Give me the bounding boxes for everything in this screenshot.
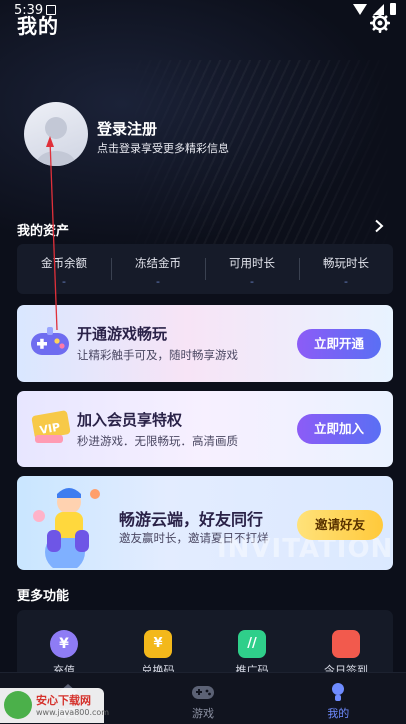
assets-card: 金币余额 - 冻结金币 - 可用时长 - 畅玩时长 - [17, 244, 393, 294]
stat-value: - [62, 275, 66, 288]
gamepad-icon [31, 327, 69, 355]
status-bar: 5:39 [0, 0, 406, 22]
promo-subtitle: 秒进游戏．无限畅玩．高清画质 [77, 434, 238, 448]
watermark-logo-name: 安心下载网 [36, 694, 91, 707]
page-title: 我的 [17, 14, 59, 38]
stat-label: 可用时长 [229, 256, 275, 270]
vip-ticket-icon: VIP [31, 410, 71, 443]
tab-mine[interactable]: 我的 [271, 673, 406, 724]
promo-invite-friends[interactable]: 畅游云端，好友同行 邀友赢时长，邀请夏日不打烊 INVITATION 邀请好友 [17, 476, 393, 570]
activate-now-button[interactable]: 立即开通 [297, 329, 381, 359]
stat-label: 畅玩时长 [323, 256, 369, 270]
site-watermark-logo: 安心下载网 www.java800.com [0, 688, 109, 723]
shield-logo-icon [4, 691, 32, 719]
stat-play-time[interactable]: 畅玩时长 - [299, 244, 393, 294]
stat-coin-balance[interactable]: 金币余额 - [17, 244, 111, 294]
wifi-icon [353, 3, 367, 15]
ticket-icon: ¥ [144, 630, 172, 658]
calendar-icon [332, 630, 360, 658]
settings-gear-icon[interactable] [370, 13, 390, 33]
invite-character-illustration [33, 488, 100, 568]
stat-label: 金币余额 [41, 256, 87, 270]
tab-label: 我的 [327, 707, 350, 720]
promo-subtitle: 让精彩触手可及，随时畅享游戏 [77, 348, 238, 362]
avatar[interactable] [24, 102, 88, 166]
user-icon [332, 683, 345, 701]
watermark-logo-url: www.java800.com [36, 708, 110, 717]
promo-vip[interactable]: VIP 加入会员享特权 秒进游戏．无限畅玩．高清画质 立即加入 [17, 391, 393, 467]
promo-title: 加入会员享特权 [77, 411, 183, 429]
scan-code-icon: // [238, 630, 266, 658]
gamepad-icon [191, 686, 214, 699]
tab-games[interactable]: 游戏 [135, 673, 270, 724]
stat-value: - [250, 275, 254, 288]
yuan-coin-icon: ¥ [50, 630, 78, 658]
chevron-right-icon[interactable] [372, 219, 386, 233]
login-subtitle[interactable]: 点击登录享受更多精彩信息 [97, 140, 229, 156]
stat-label: 冻结金币 [135, 256, 181, 270]
stat-available-time[interactable]: 可用时长 - [205, 244, 299, 294]
login-title[interactable]: 登录注册 [97, 118, 157, 139]
avatar-placeholder-icon [36, 117, 76, 166]
join-now-button[interactable]: 立即加入 [297, 414, 381, 444]
tab-label: 游戏 [191, 707, 214, 720]
more-features-title: 更多功能 [17, 589, 70, 604]
battery-icon [390, 3, 396, 15]
invite-friends-button[interactable]: 邀请好友 [297, 510, 383, 540]
promo-title: 开通游戏畅玩 [77, 325, 168, 343]
assets-section-title: 我的资产 [17, 224, 70, 239]
promo-title: 畅游云端，好友同行 [119, 510, 264, 529]
header-stripes-decoration [120, 60, 400, 260]
stat-value: - [156, 275, 160, 288]
stat-value: - [344, 275, 348, 288]
promo-game-pass[interactable]: 开通游戏畅玩 让精彩触手可及，随时畅享游戏 立即开通 [17, 305, 393, 382]
stat-frozen-coins[interactable]: 冻结金币 - [111, 244, 205, 294]
